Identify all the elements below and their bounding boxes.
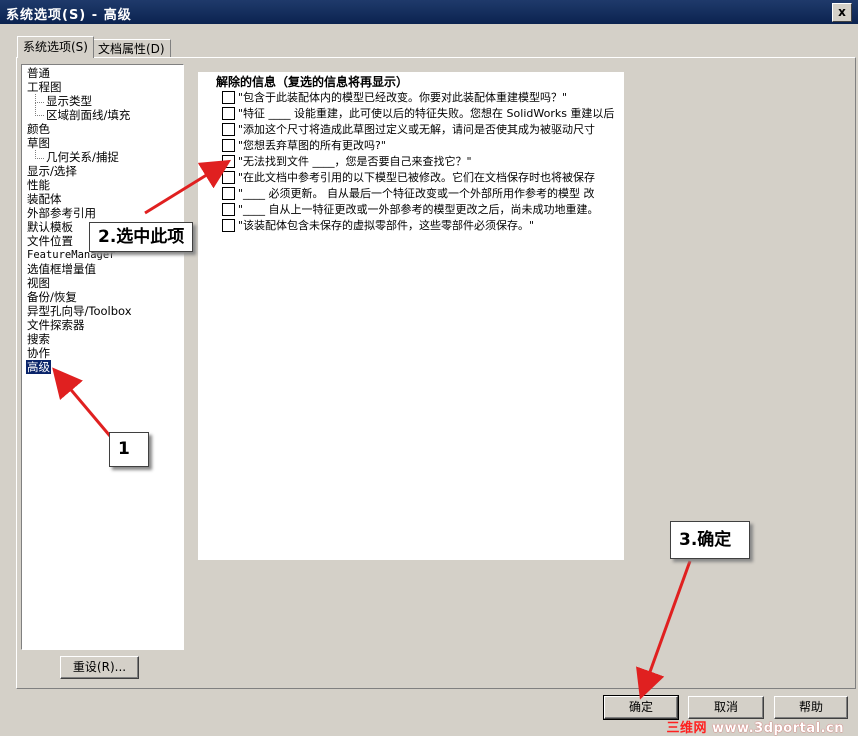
tree-item-view[interactable]: 视图 — [27, 276, 50, 290]
callout-step-1: 1 — [109, 432, 149, 467]
message-text: "您想丢弃草图的所有更改吗?" — [238, 139, 386, 152]
message-checkbox[interactable] — [222, 106, 235, 120]
message-text: "特征 ____ 设能重建，此可使以后的特征失败。您想在 SolidWorks … — [238, 107, 615, 120]
message-checkbox[interactable] — [222, 138, 235, 152]
message-checkbox[interactable] — [222, 186, 235, 200]
message-checkbox[interactable] — [222, 154, 235, 168]
tree-item-area-hatch[interactable]: 区域剖面线/填充 — [46, 108, 130, 122]
tree-item-file-explorer[interactable]: 文件探索器 — [27, 318, 85, 332]
tree-item-external-references[interactable]: 外部参考引用 — [27, 206, 96, 220]
options-tree[interactable]: 普通 工程图 显示类型 区域剖面线/填充 颜色 草图 几何关系/捕捉 显示/选择… — [21, 64, 184, 650]
dismissed-messages-panel: 解除的信息（复选的信息将再显示） "包含于此装配体内的模型已经改变。你要对此装配… — [198, 72, 624, 560]
message-item[interactable]: "添加这个尺寸将造成此草图过定义或无解，请问是否使其成为被驱动尺寸 — [222, 121, 595, 137]
message-item[interactable]: "该装配体包含未保存的虚拟零部件，这些零部件必须保存。" — [222, 217, 534, 233]
tab-document-properties-label: 文档属性(D) — [98, 42, 165, 56]
tree-item-relations-snaps[interactable]: 几何关系/捕捉 — [46, 150, 119, 164]
window-title: 系统选项(S) - 高级 — [6, 8, 132, 23]
tree-connector — [35, 102, 44, 116]
message-text: "该装配体包含未保存的虚拟零部件，这些零部件必须保存。" — [238, 219, 535, 232]
tree-item-hole-wizard-toolbox[interactable]: 异型孔向导/Toolbox — [27, 304, 132, 318]
tree-item-search[interactable]: 搜索 — [27, 332, 50, 346]
tab-system-options-label: 系统选项(S) — [23, 40, 88, 54]
message-item[interactable]: "您想丢弃草图的所有更改吗?" — [222, 137, 386, 153]
message-checkbox[interactable] — [222, 202, 235, 216]
dismissed-messages-heading: 解除的信息（复选的信息将再显示） — [216, 75, 409, 89]
message-text: "____ 自从上一特征更改或一外部参考的模型更改之后，尚未成功地重建。 — [238, 203, 599, 216]
tree-item-performance[interactable]: 性能 — [27, 178, 50, 192]
message-text: "添加这个尺寸将造成此草图过定义或无解，请问是否使其成为被驱动尺寸 — [238, 123, 596, 136]
ok-button[interactable]: 确定 — [603, 695, 679, 720]
message-text: "包含于此装配体内的模型已经改变。你要对此装配体重建模型吗？" — [238, 91, 568, 104]
message-checkbox[interactable] — [222, 170, 235, 184]
tree-item-spin-box-increments[interactable]: 选值框增量值 — [27, 262, 96, 276]
watermark-part-2: www.3dportal.cn — [706, 721, 844, 736]
cancel-button[interactable]: 取消 — [688, 696, 764, 719]
message-checkbox[interactable] — [222, 90, 235, 104]
close-icon[interactable]: x — [832, 3, 852, 22]
message-item[interactable]: "____ 必须更新。 自从最后一个特征改变或一个外部所用作参考的模型 改 — [222, 185, 595, 201]
tree-item-general[interactable]: 普通 — [27, 66, 50, 80]
tree-item-drawings[interactable]: 工程图 — [27, 80, 62, 94]
tree-item-sketch[interactable]: 草图 — [27, 136, 50, 150]
message-text: "无法找到文件 ____，您是否要自己来查找它？" — [238, 155, 472, 168]
message-item[interactable]: "在此文档中参考引用的以下模型已被修改。它们在文档保存时也将被保存 — [222, 169, 595, 185]
tree-item-colors[interactable]: 颜色 — [27, 122, 50, 136]
message-item[interactable]: "无法找到文件 ____，您是否要自己来查找它？" — [222, 153, 472, 169]
tab-document-properties[interactable]: 文档属性(D) — [92, 39, 171, 58]
tree-item-file-locations[interactable]: 文件位置 — [27, 234, 73, 248]
message-item[interactable]: "特征 ____ 设能重建，此可使以后的特征失败。您想在 SolidWorks … — [222, 105, 614, 121]
watermark: 三维网 www.3dportal.cn — [666, 717, 844, 736]
message-checkbox[interactable] — [222, 122, 235, 136]
watermark-part-1: 三维网 — [666, 721, 707, 736]
message-text: "在此文档中参考引用的以下模型已被修改。它们在文档保存时也将被保存 — [238, 171, 596, 184]
help-button[interactable]: 帮助 — [774, 696, 848, 719]
tree-item-advanced[interactable]: 高级 — [26, 360, 51, 374]
tree-item-backup-recover[interactable]: 备份/恢复 — [27, 290, 77, 304]
message-text: "____ 必须更新。 自从最后一个特征改变或一个外部所用作参考的模型 改 — [238, 187, 595, 200]
tab-system-options[interactable]: 系统选项(S) — [17, 36, 94, 58]
tree-item-assemblies[interactable]: 装配体 — [27, 192, 62, 206]
tree-item-display-style[interactable]: 显示类型 — [46, 94, 92, 108]
message-item[interactable]: "包含于此装配体内的模型已经改变。你要对此装配体重建模型吗？" — [222, 89, 567, 105]
callout-step-2: 2.选中此项 — [89, 222, 194, 252]
tree-item-default-templates[interactable]: 默认模板 — [27, 220, 73, 234]
tree-item-display-selection[interactable]: 显示/选择 — [27, 164, 77, 178]
title-bar: 系统选项(S) - 高级 x — [0, 0, 858, 24]
reset-button[interactable]: 重设(R)... — [60, 656, 139, 679]
tree-item-collaboration[interactable]: 协作 — [27, 346, 50, 360]
tree-connector — [35, 150, 44, 159]
message-checkbox[interactable] — [222, 218, 235, 232]
callout-step-3: 3.确定 — [670, 521, 750, 559]
message-item[interactable]: "____ 自从上一特征更改或一外部参考的模型更改之后，尚未成功地重建。 — [222, 201, 599, 217]
